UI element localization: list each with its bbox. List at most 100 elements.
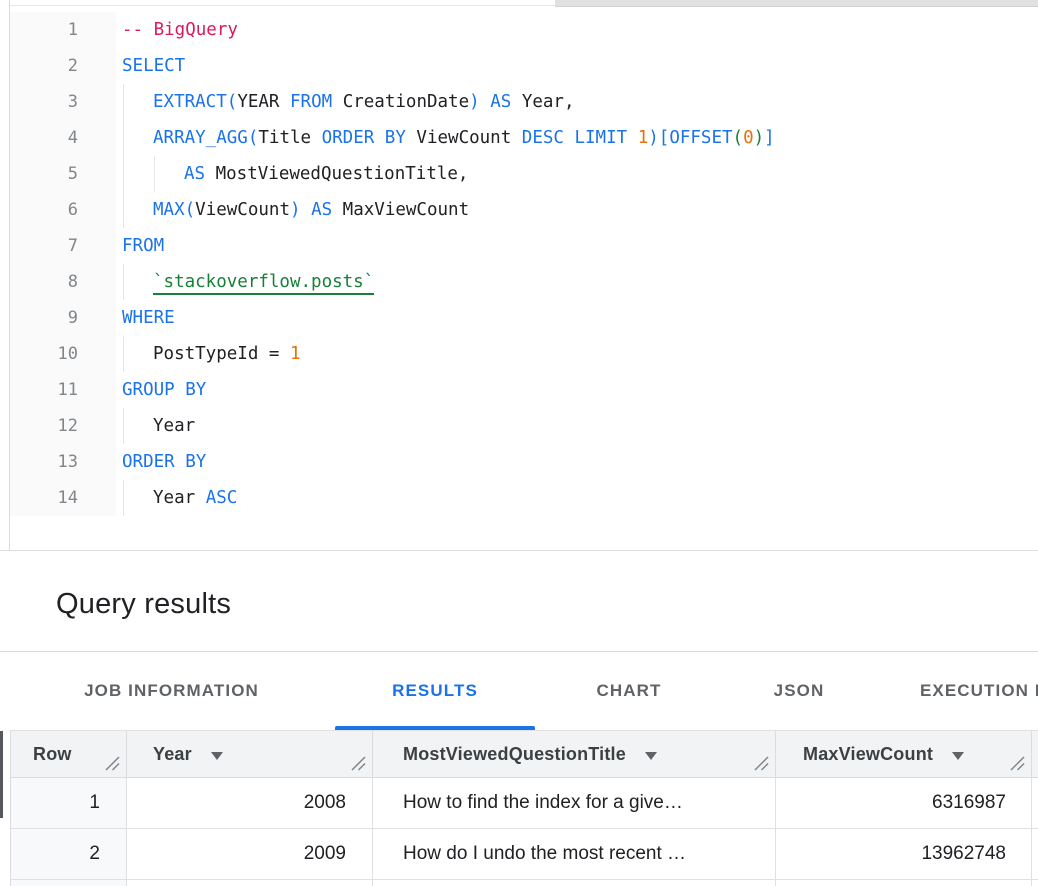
line-number: 10	[0, 336, 78, 372]
query-results-panel-header: Query results	[0, 551, 1038, 652]
cell-maxviewcount: 13962748	[776, 829, 1032, 879]
code-line-text: AS MostViewedQuestionTitle,	[122, 156, 1038, 192]
column-resize-handle-icon[interactable]	[105, 756, 120, 771]
tab-json[interactable]: JSON	[721, 652, 877, 730]
sql-code-area[interactable]: 1-- BigQuery2SELECT3EXTRACT(YEAR FROM Cr…	[0, 12, 1038, 516]
header-filler-cell	[1032, 731, 1038, 777]
cell-row: 2	[11, 829, 127, 879]
code-line-text: ARRAY_AGG(Title ORDER BY ViewCount DESC …	[122, 120, 1038, 156]
table-row-partial	[11, 880, 1038, 886]
code-line-text: GROUP BY	[122, 372, 1038, 408]
code-line: 11 GROUP BY	[0, 372, 1038, 408]
indent-guide	[123, 156, 124, 192]
indent-guide	[123, 480, 124, 516]
column-sort-dropdown-icon[interactable]	[645, 752, 657, 760]
tab-label: RESULTS	[392, 681, 478, 701]
indent-guide	[123, 408, 124, 444]
code-line-text: EXTRACT(YEAR FROM CreationDate) AS Year,	[122, 84, 1038, 120]
editor-horizontal-scrollbar-thumb[interactable]	[555, 0, 1038, 7]
code-line-text: WHERE	[122, 300, 1038, 336]
code-line: 1-- BigQuery	[0, 12, 1038, 48]
row-filler-cell	[1032, 778, 1038, 828]
column-header-label: MaxViewCount	[803, 744, 933, 765]
results-vertical-scrollbar-thumb[interactable]	[0, 731, 3, 818]
indent-guide	[123, 192, 124, 228]
column-header-label: MostViewedQuestionTitle	[403, 744, 626, 765]
cell-maxviewcount: 6316987	[776, 778, 1032, 828]
code-line: 5AS MostViewedQuestionTitle,	[0, 156, 1038, 192]
cell-partial	[373, 880, 776, 886]
tab-label: CHART	[597, 681, 662, 701]
results-table-body: 12008How to find the index for a give…63…	[11, 778, 1038, 886]
code-line-text: Year ASC	[122, 480, 1038, 516]
cell-partial	[127, 880, 373, 886]
column-resize-handle-icon[interactable]	[754, 756, 769, 771]
code-line: 9 WHERE	[0, 300, 1038, 336]
column-header-year[interactable]: Year	[127, 731, 373, 777]
line-number: 13	[0, 444, 78, 480]
table-reference-link[interactable]: `stackoverflow.posts`	[153, 272, 374, 295]
tab-label: JOB INFORMATION	[84, 681, 259, 701]
code-line-text: SELECT	[122, 48, 1038, 84]
code-line: 14 Year ASC	[0, 480, 1038, 516]
column-header-row[interactable]: Row	[11, 731, 127, 777]
line-number: 4	[0, 120, 78, 156]
code-line: 12 Year	[0, 408, 1038, 444]
tab-label: EXECUTION DETAILS	[920, 681, 1038, 701]
column-header-label: Year	[153, 744, 192, 765]
line-number: 2	[0, 48, 78, 84]
results-tab-bar: JOB INFORMATION RESULTS CHART JSON EXECUTION…	[0, 652, 1038, 730]
column-sort-dropdown-icon[interactable]	[211, 752, 223, 760]
cell-row: 1	[11, 778, 127, 828]
code-line-text: Year	[122, 408, 1038, 444]
line-number: 9	[0, 300, 78, 336]
active-tab-underline	[335, 726, 535, 730]
line-number: 11	[0, 372, 78, 408]
code-line-text: -- BigQuery	[122, 12, 1038, 48]
tab-execution-details[interactable]: EXECUTION DETAILS	[877, 652, 1038, 730]
code-line: 10 PostTypeId = 1	[0, 336, 1038, 372]
line-number: 7	[0, 228, 78, 264]
indent-guide	[123, 84, 124, 120]
table-row: 22009How do I undo the most recent …1396…	[11, 829, 1038, 880]
column-sort-dropdown-icon[interactable]	[952, 752, 964, 760]
code-line: 6 MAX(ViewCount) AS MaxViewCount	[0, 192, 1038, 228]
results-table-header-row: Row Year MostViewedQuestionTitle MaxViewCou…	[11, 730, 1038, 778]
indent-guide	[154, 156, 155, 192]
cell-partial	[11, 880, 127, 886]
row-filler-cell	[1032, 829, 1038, 879]
cell-year: 2009	[127, 829, 373, 879]
line-number: 12	[0, 408, 78, 444]
cell-title: How do I undo the most recent …	[373, 829, 776, 879]
tab-label: JSON	[774, 681, 825, 701]
tab-results[interactable]: RESULTS	[333, 652, 537, 730]
row-filler-cell	[1032, 880, 1038, 886]
tab-job-information[interactable]: JOB INFORMATION	[10, 652, 333, 730]
column-resize-handle-icon[interactable]	[351, 756, 366, 771]
column-resize-handle-icon[interactable]	[1010, 756, 1025, 771]
code-line: 8 `stackoverflow.posts`	[0, 264, 1038, 300]
line-number: 14	[0, 480, 78, 516]
results-table: Row Year MostViewedQuestionTitle MaxViewCou…	[10, 730, 1038, 886]
code-line-text: PostTypeId = 1	[122, 336, 1038, 372]
code-line-text: MAX(ViewCount) AS MaxViewCount	[122, 192, 1038, 228]
indent-guide	[123, 264, 124, 300]
column-header-mostviewedquestiontitle[interactable]: MostViewedQuestionTitle	[373, 731, 776, 777]
cell-partial	[776, 880, 1032, 886]
line-number: 6	[0, 192, 78, 228]
column-header-maxviewcount[interactable]: MaxViewCount	[776, 731, 1032, 777]
cell-title: How to find the index for a give…	[373, 778, 776, 828]
editor-top-strip	[0, 0, 1038, 10]
code-line: 13 ORDER BY	[0, 444, 1038, 480]
editor-panel-left-border	[9, 0, 10, 551]
tab-chart[interactable]: CHART	[537, 652, 721, 730]
line-number: 8	[0, 264, 78, 300]
code-line-text: FROM	[122, 228, 1038, 264]
code-line: 4 ARRAY_AGG(Title ORDER BY ViewCount DESC…	[0, 120, 1038, 156]
sql-editor[interactable]: 1-- BigQuery2SELECT3EXTRACT(YEAR FROM Cr…	[0, 10, 1038, 551]
cell-year: 2008	[127, 778, 373, 828]
code-line-text: ORDER BY	[122, 444, 1038, 480]
table-row: 12008How to find the index for a give…63…	[11, 778, 1038, 829]
query-results-title: Query results	[56, 588, 231, 621]
code-line: 7 FROM	[0, 228, 1038, 264]
